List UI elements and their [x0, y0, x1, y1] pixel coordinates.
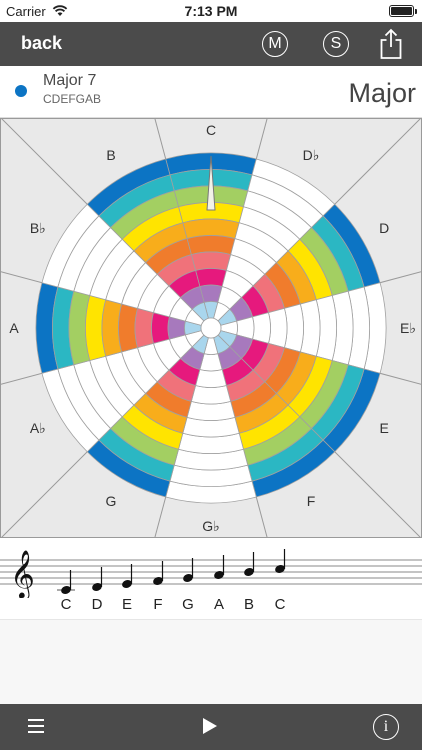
staff-note-label: D — [91, 596, 103, 613]
note-label-D♭[interactable]: D♭ — [303, 147, 320, 163]
status-bar: Carrier 7:13 PM — [0, 0, 422, 22]
music-staff: 𝄞 — [0, 549, 422, 600]
note-label-B♭[interactable]: B♭ — [30, 220, 46, 236]
note-label-G♭[interactable]: G♭ — [202, 518, 220, 534]
scale-name: Major 7 — [43, 72, 97, 89]
staff-note-label: A — [213, 596, 224, 613]
wheel-segment-G♭-ring-8[interactable] — [195, 369, 227, 388]
staff-note-label: G — [182, 596, 194, 613]
wheel-segment-A-ring-7[interactable] — [134, 307, 155, 349]
nav-bar: back M S — [0, 22, 422, 66]
staff-note-label: C — [274, 596, 286, 613]
wheel-segment-E♭-ring-8[interactable] — [252, 312, 271, 344]
note-label-A♭[interactable]: A♭ — [30, 420, 46, 436]
back-button[interactable]: back — [21, 33, 62, 54]
scale-type: Major — [348, 78, 416, 108]
note-label-E♭[interactable]: E♭ — [400, 320, 416, 336]
color-wheel-area: C D♭ D E♭ E F G♭ G A♭ A B♭ B — [0, 118, 422, 538]
menu-icon[interactable] — [28, 719, 44, 733]
wheel-segment-C-ring-8[interactable] — [195, 268, 227, 287]
bottom-toolbar: i — [0, 704, 422, 750]
scale-notes: CDEFGAB — [43, 92, 102, 106]
battery-icon — [389, 5, 414, 17]
wheel-segment-E♭-ring-7[interactable] — [267, 307, 288, 349]
note-label-C[interactable]: C — [206, 122, 216, 138]
staff-note-label: E — [121, 596, 132, 613]
note-label-E[interactable]: E — [380, 420, 389, 436]
staff-area: 𝄞 C D E F G A B C — [0, 538, 422, 620]
note-label-F[interactable]: F — [307, 493, 316, 509]
note-label-A[interactable]: A — [9, 320, 19, 336]
wheel-segment-C-ring-7[interactable] — [190, 251, 232, 272]
battery-tip — [415, 9, 417, 14]
staff-note-label: F — [153, 596, 163, 613]
staff-note-label: C — [60, 596, 72, 613]
wheel-segment-G♭-ring-7[interactable] — [190, 384, 232, 405]
empty-panel — [0, 620, 422, 704]
wheel-segment-A-ring-8[interactable] — [151, 312, 170, 344]
note-label-G[interactable]: G — [106, 493, 117, 509]
staff-note-label: B — [243, 596, 254, 613]
info-button[interactable]: i — [373, 714, 399, 740]
scale-header: Major 7 CDEFGAB Major — [0, 66, 422, 118]
s-button[interactable]: S — [323, 31, 349, 57]
m-button[interactable]: M — [262, 31, 288, 57]
color-wheel[interactable]: C D♭ D E♭ E F G♭ G A♭ A B♭ B — [0, 118, 422, 538]
clock: 7:13 PM — [184, 3, 238, 19]
scale-color-dot — [15, 85, 27, 97]
treble-clef-icon: 𝄞 — [10, 549, 35, 598]
note-label-B[interactable]: B — [106, 147, 115, 163]
note-label-D[interactable]: D — [379, 220, 389, 236]
share-icon[interactable] — [378, 28, 404, 60]
play-button[interactable] — [203, 718, 217, 734]
wheel-hub — [200, 317, 222, 339]
